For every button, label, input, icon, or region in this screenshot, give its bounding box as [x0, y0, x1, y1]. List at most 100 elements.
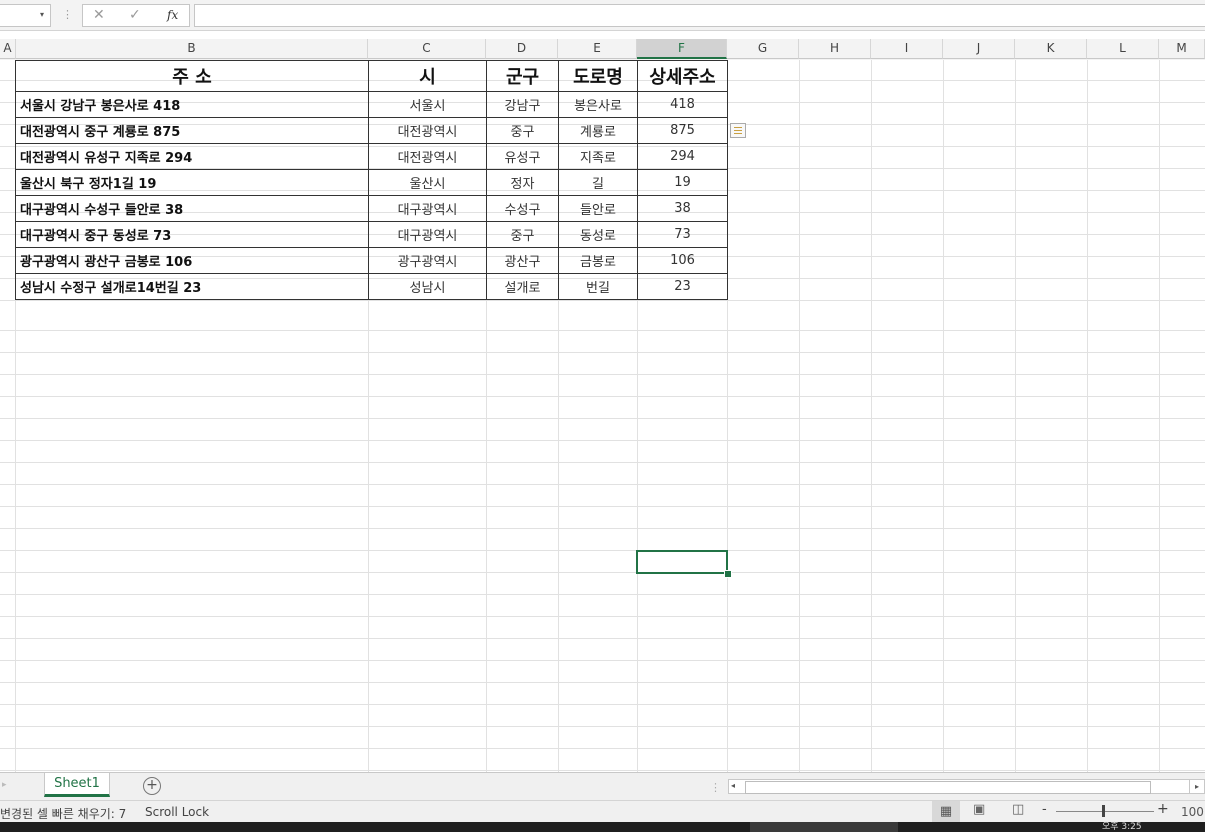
- column-header-d[interactable]: D: [486, 39, 558, 59]
- header-cell-address[interactable]: 주 소: [15, 60, 369, 92]
- table-row: 대전광역시 중구 계룡로 875 대전광역시 중구 계룡로 875: [15, 117, 728, 144]
- table-row: 대구광역시 중구 동성로 73 대구광역시 중구 동성로 73: [15, 221, 728, 248]
- normal-view-icon[interactable]: ▦: [932, 801, 960, 823]
- column-header-a[interactable]: A: [0, 39, 16, 59]
- chevron-down-icon[interactable]: ▾: [40, 10, 44, 19]
- cell-road[interactable]: 봉은사로: [558, 91, 638, 118]
- cell-road[interactable]: 들안로: [558, 195, 638, 222]
- cell-city[interactable]: 울산시: [368, 169, 487, 196]
- cell-road[interactable]: 길: [558, 169, 638, 196]
- cell-detail[interactable]: 418: [637, 91, 728, 118]
- zoom-level[interactable]: 100: [1181, 805, 1204, 819]
- cell-road[interactable]: 지족로: [558, 143, 638, 170]
- cell-district[interactable]: 수성구: [486, 195, 559, 222]
- enter-icon[interactable]: ✓: [129, 7, 141, 23]
- cell-detail[interactable]: 73: [637, 221, 728, 248]
- horizontal-scrollbar[interactable]: ◂ ▸: [728, 779, 1205, 794]
- flash-fill-options-icon[interactable]: [730, 123, 746, 138]
- column-header-i[interactable]: I: [871, 39, 943, 59]
- gridline: [943, 60, 944, 772]
- cell-road[interactable]: 동성로: [558, 221, 638, 248]
- cell-detail[interactable]: 875: [637, 117, 728, 144]
- scroll-lock-status: Scroll Lock: [145, 805, 210, 819]
- cell-address[interactable]: 대구광역시 중구 동성로 73: [15, 221, 369, 248]
- scroll-right-icon[interactable]: ▸: [1189, 779, 1204, 794]
- column-header-f[interactable]: F: [637, 39, 727, 59]
- cell-detail[interactable]: 19: [637, 169, 728, 196]
- worksheet-grid[interactable]: 주 소 시 군구 도로명 상세주소 서울시 강남구 봉은사로 418 서울시 강…: [0, 60, 1205, 772]
- zoom-out-button[interactable]: -: [1042, 802, 1047, 817]
- cell-detail[interactable]: 294: [637, 143, 728, 170]
- active-cell-selection[interactable]: [636, 550, 728, 574]
- header-row: 주 소 시 군구 도로명 상세주소: [15, 60, 728, 92]
- cell-city[interactable]: 서울시: [368, 91, 487, 118]
- column-header-l[interactable]: L: [1087, 39, 1159, 59]
- column-header-c[interactable]: C: [368, 39, 486, 59]
- cell-detail[interactable]: 38: [637, 195, 728, 222]
- taskbar-active-app[interactable]: [750, 822, 898, 832]
- cell-district[interactable]: 설개로: [486, 273, 559, 300]
- cell-address[interactable]: 성남시 수정구 설개로14번길 23: [15, 273, 369, 300]
- page-break-view-icon[interactable]: ◫: [1012, 802, 1024, 817]
- header-cell-detail[interactable]: 상세주소: [637, 60, 728, 92]
- cell-road[interactable]: 번길: [558, 273, 638, 300]
- cell-address[interactable]: 울산시 북구 정자1길 19: [15, 169, 369, 196]
- cell-district[interactable]: 중구: [486, 117, 559, 144]
- cell-address[interactable]: 대구광역시 수성구 들안로 38: [15, 195, 369, 222]
- gridline: [1087, 60, 1088, 772]
- scrollbar-thumb[interactable]: [745, 781, 1151, 794]
- add-sheet-icon[interactable]: +: [143, 777, 161, 795]
- column-header-e[interactable]: E: [558, 39, 637, 59]
- tab-split-handle-icon[interactable]: ⋮: [710, 781, 721, 794]
- cell-address[interactable]: 대전광역시 유성구 지족로 294: [15, 143, 369, 170]
- column-header-m[interactable]: M: [1159, 39, 1205, 59]
- scroll-left-icon[interactable]: ◂: [731, 781, 735, 790]
- taskbar-clock[interactable]: 오후 3:25: [1102, 822, 1142, 832]
- cell-city[interactable]: 성남시: [368, 273, 487, 300]
- cell-address[interactable]: 광구광역시 광산구 금봉로 106: [15, 247, 369, 274]
- tab-sheet1[interactable]: Sheet1: [44, 773, 110, 797]
- cell-city[interactable]: 대구광역시: [368, 221, 487, 248]
- name-box[interactable]: ▾: [0, 4, 51, 27]
- column-header-h[interactable]: H: [799, 39, 871, 59]
- cell-city[interactable]: 대구광역시: [368, 195, 487, 222]
- cell-city[interactable]: 대전광역시: [368, 143, 487, 170]
- gridline: [1159, 60, 1160, 772]
- column-header-j[interactable]: J: [943, 39, 1015, 59]
- cell-detail[interactable]: 23: [637, 273, 728, 300]
- cell-detail[interactable]: 106: [637, 247, 728, 274]
- cell-district[interactable]: 정자: [486, 169, 559, 196]
- insert-function-icon[interactable]: fx: [167, 8, 178, 22]
- zoom-slider-track[interactable]: [1056, 811, 1154, 812]
- sheet-nav-arrow-icon[interactable]: ▸: [2, 780, 7, 790]
- page-layout-view-icon[interactable]: ▣: [973, 802, 985, 817]
- column-header-k[interactable]: K: [1015, 39, 1087, 59]
- cell-road[interactable]: 계룡로: [558, 117, 638, 144]
- table-row: 대전광역시 유성구 지족로 294 대전광역시 유성구 지족로 294: [15, 143, 728, 170]
- fill-handle[interactable]: [724, 570, 732, 578]
- formula-bar-buttons: ✕ ✓ fx: [82, 4, 190, 27]
- header-cell-road[interactable]: 도로명: [558, 60, 638, 92]
- cell-road[interactable]: 금봉로: [558, 247, 638, 274]
- header-cell-city[interactable]: 시: [368, 60, 487, 92]
- cell-district[interactable]: 유성구: [486, 143, 559, 170]
- address-table: 주 소 시 군구 도로명 상세주소 서울시 강남구 봉은사로 418 서울시 강…: [15, 60, 728, 300]
- cell-district[interactable]: 광산구: [486, 247, 559, 274]
- cell-city[interactable]: 광구광역시: [368, 247, 487, 274]
- header-cell-district[interactable]: 군구: [486, 60, 559, 92]
- cell-address[interactable]: 서울시 강남구 봉은사로 418: [15, 91, 369, 118]
- formula-input[interactable]: [194, 4, 1205, 27]
- cancel-icon[interactable]: ✕: [93, 7, 105, 23]
- zoom-in-button[interactable]: +: [1157, 801, 1169, 817]
- column-header-g[interactable]: G: [727, 39, 799, 59]
- formula-bar-grip-icon[interactable]: ⋮: [62, 8, 73, 21]
- cell-city[interactable]: 대전광역시: [368, 117, 487, 144]
- column-header-b[interactable]: B: [16, 39, 368, 59]
- cell-district[interactable]: 강남구: [486, 91, 559, 118]
- cell-district[interactable]: 중구: [486, 221, 559, 248]
- cell-address[interactable]: 대전광역시 중구 계룡로 875: [15, 117, 369, 144]
- gridline: [799, 60, 800, 772]
- table-row: 성남시 수정구 설개로14번길 23 성남시 설개로 번길 23: [15, 273, 728, 300]
- zoom-slider-thumb[interactable]: [1102, 805, 1105, 817]
- table-row: 서울시 강남구 봉은사로 418 서울시 강남구 봉은사로 418: [15, 91, 728, 118]
